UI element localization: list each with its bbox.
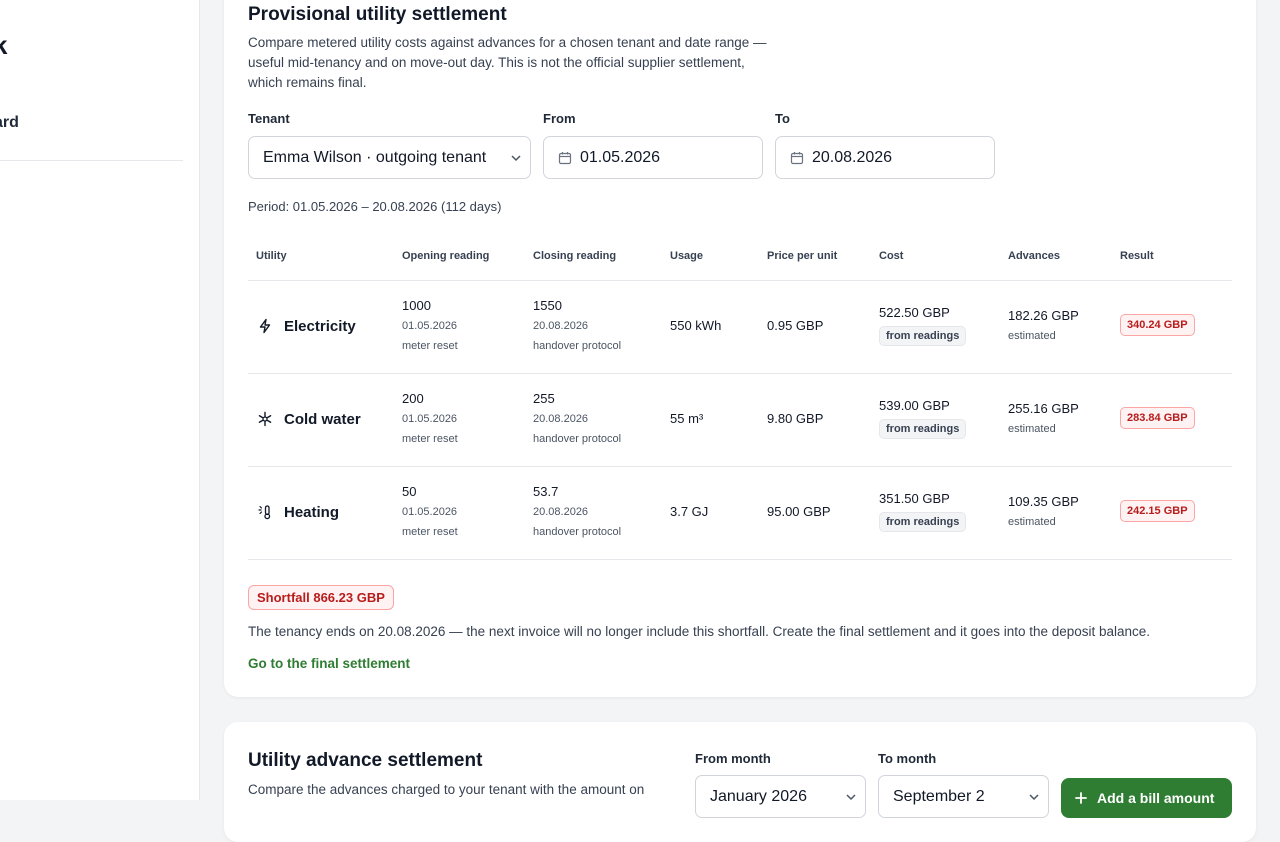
cost-source-pill: from readings bbox=[879, 419, 967, 439]
table-divider bbox=[248, 559, 1232, 560]
column-header-price: Price per unit bbox=[767, 250, 838, 262]
from-month-value: January 2026 bbox=[710, 787, 807, 805]
advances-value: 182.26 GBP bbox=[1008, 308, 1079, 323]
chevron-down-icon bbox=[511, 155, 521, 162]
result-badge: 242.15 GBP bbox=[1120, 500, 1195, 522]
snowflake-icon bbox=[258, 411, 272, 427]
opening-reading: 200 bbox=[402, 391, 424, 406]
period-summary: Period: 01.05.2026 – 20.08.2026 (112 day… bbox=[248, 199, 502, 214]
advance-settlement-card: Utility advance settlement Compare the a… bbox=[224, 722, 1256, 842]
closing-date: 20.08.2026 bbox=[533, 413, 589, 425]
closing-reading: 53.7 bbox=[533, 484, 559, 499]
from-label: From bbox=[543, 111, 576, 126]
result-badge: 340.24 GBP bbox=[1120, 314, 1195, 336]
cost-source-pill: from readings bbox=[879, 512, 967, 532]
advances-value: 255.16 GBP bbox=[1008, 401, 1079, 416]
to-label: To bbox=[775, 111, 790, 126]
price-per-unit: 0.95 GBP bbox=[767, 318, 824, 333]
from-date-value: 01.05.2026 bbox=[580, 148, 661, 166]
calendar-icon bbox=[558, 151, 572, 164]
section-description: Compare metered utility costs against ad… bbox=[248, 35, 767, 90]
section-title: Utility advance settlement bbox=[248, 750, 483, 771]
column-header-cost: Cost bbox=[879, 250, 904, 262]
closing-reading: 1550 bbox=[533, 298, 562, 313]
add-bill-amount-button[interactable]: Add a bill amount bbox=[1061, 778, 1232, 818]
column-header-utility: Utility bbox=[256, 250, 287, 262]
usage-value: 55 m³ bbox=[670, 411, 704, 426]
opening-date: 01.05.2026 bbox=[402, 320, 458, 332]
column-header-advances: Advances bbox=[1008, 250, 1060, 262]
result-badge: 283.84 GBP bbox=[1120, 407, 1195, 429]
price-per-unit: 9.80 GBP bbox=[767, 411, 824, 426]
to-month-select[interactable]: September 2 bbox=[878, 775, 1049, 818]
closing-note: handover protocol bbox=[533, 526, 622, 538]
utility-name: Heating bbox=[284, 504, 340, 521]
column-header-result: Result bbox=[1120, 250, 1154, 262]
advances-value: 109.35 GBP bbox=[1008, 494, 1079, 509]
advances-note: estimated bbox=[1008, 330, 1056, 342]
tenant-select-value: Emma Wilson · outgoing tenant bbox=[263, 148, 487, 166]
lightning-icon bbox=[259, 318, 271, 334]
utility-name: Electricity bbox=[284, 318, 356, 335]
utility-name: Cold water bbox=[284, 411, 361, 428]
from-date-input[interactable]: 01.05.2026 bbox=[543, 136, 763, 179]
plus-icon bbox=[1075, 792, 1087, 804]
to-month-label: To month bbox=[878, 751, 937, 766]
closing-date: 20.08.2026 bbox=[533, 320, 589, 332]
usage-value: 3.7 GJ bbox=[670, 504, 709, 519]
sidebar-item-dashboard[interactable]: ard bbox=[0, 114, 19, 132]
thermometer-sun-icon bbox=[258, 505, 271, 520]
closing-reading: 255 bbox=[533, 391, 555, 406]
usage-value: 550 kWh bbox=[670, 318, 722, 333]
tenant-label: Tenant bbox=[248, 111, 290, 126]
table-row: Cold water 200 01.05.2026 meter reset 25… bbox=[248, 373, 1232, 466]
cost-value: 522.50 GBP bbox=[879, 305, 950, 320]
section-title: Provisional utility settlement bbox=[248, 4, 507, 25]
opening-date: 01.05.2026 bbox=[402, 506, 458, 518]
cost-value: 539.00 GBP bbox=[879, 398, 950, 413]
to-month-value: September 2 bbox=[893, 787, 985, 805]
add-bill-amount-label: Add a bill amount bbox=[1097, 790, 1215, 806]
cost-source-pill: from readings bbox=[879, 326, 967, 346]
calendar-icon bbox=[790, 151, 804, 164]
chevron-down-icon bbox=[846, 794, 856, 801]
opening-date: 01.05.2026 bbox=[402, 413, 458, 425]
closing-note: handover protocol bbox=[533, 340, 622, 352]
section-description: Compare the advances charged to your ten… bbox=[248, 782, 645, 797]
final-settlement-link[interactable]: Go to the final settlement bbox=[248, 656, 410, 671]
from-month-label: From month bbox=[695, 751, 771, 766]
column-header-opening: Opening reading bbox=[402, 250, 490, 262]
opening-note: meter reset bbox=[402, 340, 458, 352]
shortfall-badge: Shortfall 866.23 GBP bbox=[248, 585, 394, 610]
app-logo[interactable]: k bbox=[0, 30, 7, 61]
column-header-usage: Usage bbox=[670, 250, 704, 262]
tenancy-end-note: The tenancy ends on 20.08.2026 — the nex… bbox=[248, 624, 1151, 639]
price-per-unit: 95.00 GBP bbox=[767, 504, 831, 519]
table-row: Electricity 1000 01.05.2026 meter reset … bbox=[248, 280, 1232, 373]
sidebar-divider bbox=[0, 160, 183, 161]
chevron-down-icon bbox=[1029, 794, 1039, 801]
table-row: Heating 50 01.05.2026 meter reset 53.7 2… bbox=[248, 466, 1232, 559]
column-header-closing: Closing reading bbox=[533, 250, 617, 262]
to-date-value: 20.08.2026 bbox=[812, 148, 893, 166]
closing-date: 20.08.2026 bbox=[533, 506, 589, 518]
advances-note: estimated bbox=[1008, 516, 1056, 528]
opening-note: meter reset bbox=[402, 526, 458, 538]
to-date-input[interactable]: 20.08.2026 bbox=[775, 136, 995, 179]
tenant-select[interactable]: Emma Wilson · outgoing tenant bbox=[248, 136, 531, 179]
opening-reading: 1000 bbox=[402, 298, 431, 313]
opening-reading: 50 bbox=[402, 484, 417, 499]
cost-value: 351.50 GBP bbox=[879, 491, 950, 506]
from-month-select[interactable]: January 2026 bbox=[695, 775, 866, 818]
closing-note: handover protocol bbox=[533, 433, 622, 445]
provisional-settlement-card: Provisional utility settlement Compare m… bbox=[224, 0, 1256, 697]
advances-note: estimated bbox=[1008, 423, 1056, 435]
sidebar: k ard bbox=[0, 0, 200, 800]
opening-note: meter reset bbox=[402, 433, 458, 445]
